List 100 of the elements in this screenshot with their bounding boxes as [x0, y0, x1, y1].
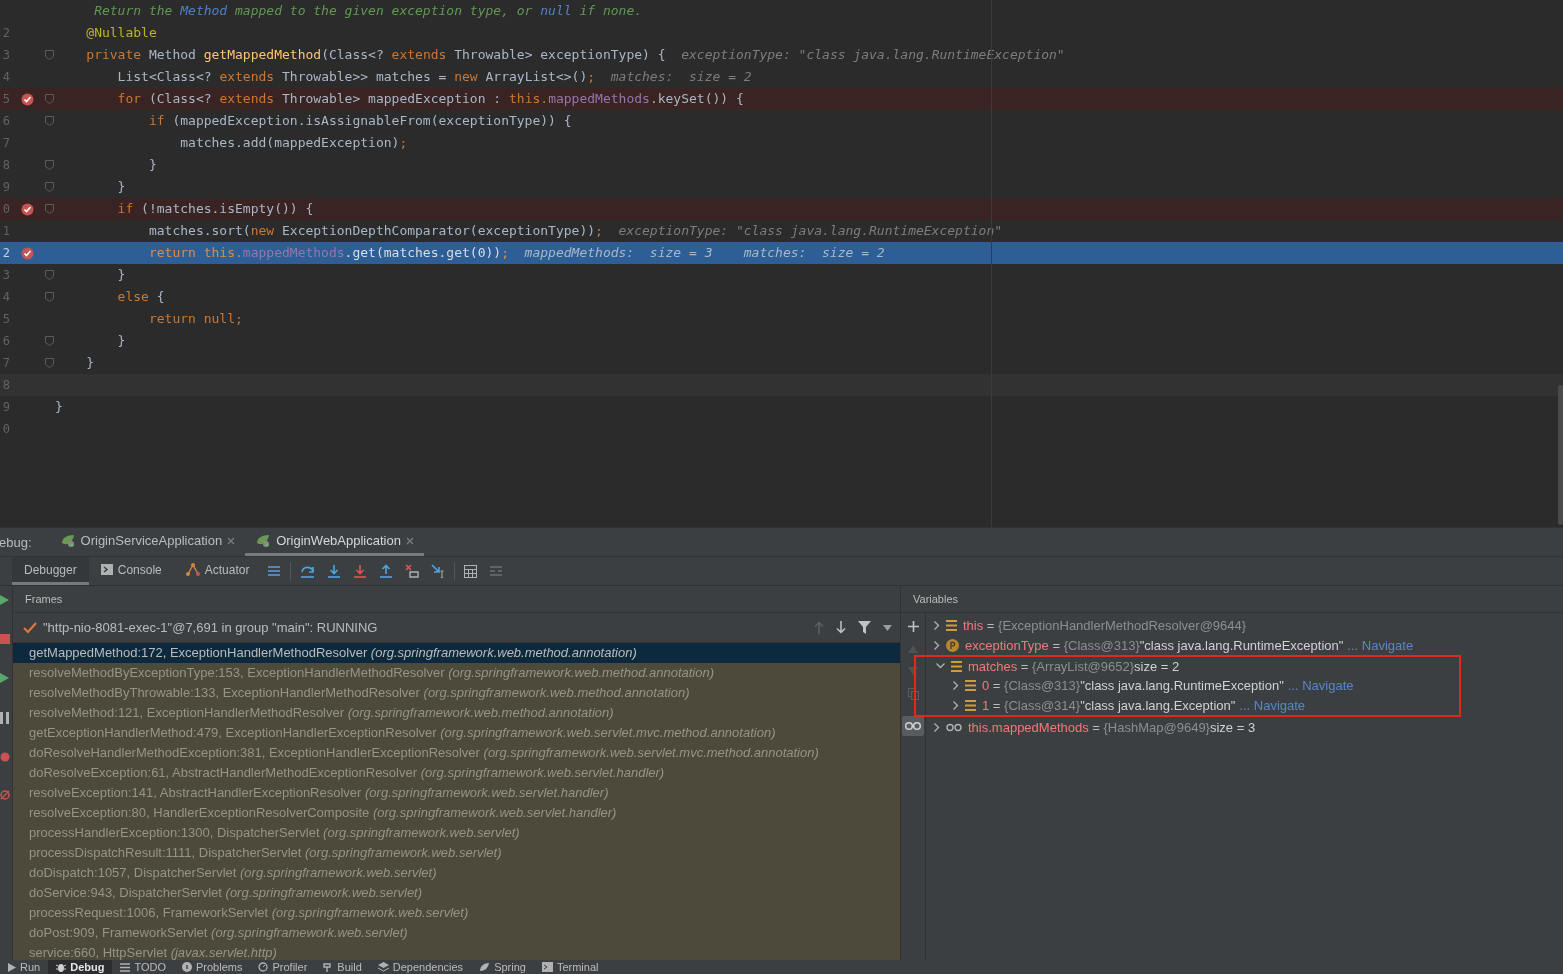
tool-window-button[interactable]: Dependencies: [369, 960, 472, 974]
filter-icon[interactable]: [858, 621, 871, 634]
code-line: }: [116, 178, 126, 196]
drop-frame-icon[interactable]: [405, 564, 420, 578]
tool-window-button[interactable]: Problems: [174, 960, 251, 974]
breakpoints-icon[interactable]: [0, 752, 10, 762]
tool-window-button[interactable]: TODO: [112, 960, 174, 974]
stack-frame[interactable]: processHandlerException:1300, DispatcherServlet (org.springframework.web.servlet): [13, 823, 900, 843]
menu-icon[interactable]: [267, 565, 282, 577]
debugger-tab[interactable]: Console: [88, 557, 174, 585]
line-number: 2: [1, 26, 10, 40]
field-icon: [965, 699, 976, 711]
step-over-icon[interactable]: [300, 564, 316, 578]
code-line: }: [116, 266, 126, 284]
tool-window-button[interactable]: Build: [315, 960, 370, 974]
force-step-into-icon[interactable]: [353, 564, 368, 578]
variable-value: exceptionType = {Class@313}"class java.lang.RuntimeException": [965, 637, 1344, 653]
down-arrow-icon[interactable]: [836, 621, 846, 634]
line-number: 0: [1, 202, 10, 216]
breakpoint-icon[interactable]: [21, 202, 34, 216]
fold-icon[interactable]: [45, 116, 54, 126]
line-number: 6: [1, 114, 10, 128]
up-arrow-icon[interactable]: [814, 621, 824, 634]
field-icon: [951, 660, 962, 672]
code-line: return this.mappedMethods.get(matches.get(0)); mappedMethods: size = 3 matches: size = 2: [147, 244, 885, 262]
stack-frame[interactable]: doResolveException:61, AbstractHandlerMethodExceptionResolver (org.springframework.web.servlet.handler): [13, 763, 900, 783]
navigate-link[interactable]: ... Navigate: [1287, 677, 1354, 693]
variable-value: matches = {ArrayList@9652}size = 2: [968, 658, 1180, 674]
code-line: for (Class<? extends Throwable> mappedException : this.mappedMethods.keySet()) {: [116, 90, 744, 108]
session-tab[interactable]: OriginServiceApplication: [49, 528, 246, 556]
fold-icon[interactable]: [45, 336, 54, 346]
stack-frame[interactable]: resolveMethodByExceptionType:153, ExceptionHandlerMethodResolver (org.springframework.web.method.annotation): [13, 663, 900, 683]
debug-label: ebug:: [0, 533, 32, 552]
line-number: 9: [1, 180, 10, 194]
scrollbar-thumb[interactable]: [1558, 385, 1563, 525]
frames-title: Frames: [25, 593, 63, 605]
run-to-cursor-icon[interactable]: [431, 564, 446, 578]
stack-frame[interactable]: getMappedMethod:172, ExceptionHandlerMethodResolver (org.springframework.web.method.annotation): [13, 643, 900, 663]
mute-icon[interactable]: [0, 790, 10, 800]
stack-frame[interactable]: processRequest:1006, FrameworkServlet (org.springframework.web.servlet): [13, 903, 900, 923]
dropdown-icon[interactable]: [883, 624, 892, 631]
close-icon[interactable]: [227, 536, 236, 545]
step-into-icon[interactable]: [327, 564, 342, 578]
tool-window-button[interactable]: Debug: [48, 960, 113, 974]
stack-frame[interactable]: doResolveHandlerMethodException:381, ExceptionHandlerExceptionResolver (org.springframework.web.servlet.mvc.method.annotation): [13, 743, 900, 763]
tool-window-button[interactable]: Profiler: [250, 960, 316, 974]
spring-app-icon: [59, 533, 76, 548]
trace-icon[interactable]: [489, 565, 504, 577]
stack-frame[interactable]: doPost:909, FrameworkServlet (org.springframework.web.servlet): [13, 923, 900, 943]
fold-icon[interactable]: [45, 270, 54, 280]
tool-window-button[interactable]: Spring: [471, 960, 534, 974]
stack-frame[interactable]: getExceptionHandlerMethod:479, ExceptionHandlerExceptionResolver (org.springframework.web.servlet.mvc.method.annotation): [13, 723, 900, 743]
fold-icon[interactable]: [45, 50, 54, 60]
breakpoint-icon[interactable]: [21, 92, 34, 106]
hammer-icon: [323, 962, 334, 972]
add-icon[interactable]: [907, 621, 919, 632]
navigate-link[interactable]: ... Navigate: [1347, 637, 1414, 653]
tool-window-button[interactable]: Terminal: [533, 960, 607, 974]
stack-frame[interactable]: processDispatchResult:1111, DispatcherServlet (org.springframework.web.servlet): [13, 843, 900, 863]
code-line: private Method getMappedMethod(Class<? extends Throwable> exceptionType) { exceptionType: "class java.lang.RuntimeException": [85, 46, 1065, 64]
tool-window-button[interactable]: Run: [0, 960, 49, 974]
fold-icon[interactable]: [45, 292, 54, 302]
glasses-icon[interactable]: [902, 716, 924, 736]
stack-frame[interactable]: resolveMethodByThrowable:133, ExceptionHandlerMethodResolver (org.springframework.web.method.annotation): [13, 683, 900, 703]
parameter-icon: [946, 638, 959, 652]
code-line: }: [147, 156, 157, 174]
code-line: }: [116, 332, 126, 350]
down-arrow-icon[interactable]: [908, 666, 918, 676]
navigate-link[interactable]: ... Navigate: [1239, 697, 1306, 713]
field-icon: [946, 619, 957, 631]
resume-icon[interactable]: [0, 672, 10, 684]
check-icon: [23, 621, 37, 634]
stack-frame[interactable]: service:660, HttpServlet (javax.servlet.http): [13, 943, 900, 960]
watch-glasses-icon: [946, 722, 962, 732]
variable-value: this.mappedMethods = {HashMap@9649}size = 3: [968, 719, 1256, 735]
code-line: matches.add(mappedException);: [179, 134, 408, 152]
step-out-icon[interactable]: [379, 564, 394, 578]
fold-icon[interactable]: [45, 94, 54, 104]
copy-icon[interactable]: [907, 688, 919, 700]
fold-icon[interactable]: [45, 204, 54, 214]
pause-icon[interactable]: [0, 712, 10, 724]
debugger-tab[interactable]: Actuator: [173, 557, 262, 585]
code-line: else {: [116, 288, 165, 306]
stack-frame[interactable]: resolveException:141, AbstractHandlerExceptionResolver (org.springframework.web.servlet.handler): [13, 783, 900, 803]
calculator-icon[interactable]: [464, 564, 478, 578]
line-number: 3: [1, 48, 10, 62]
breakpoint-icon[interactable]: [21, 246, 34, 260]
stack-frame[interactable]: doDispatch:1057, DispatcherServlet (org.springframework.web.servlet): [13, 863, 900, 883]
stack-frame[interactable]: resolveException:80, HandlerExceptionResolverComposite (org.springframework.web.servlet.handler): [13, 803, 900, 823]
rerun-icon[interactable]: [0, 594, 10, 606]
session-tab[interactable]: OriginWebApplication: [245, 528, 424, 556]
spring-app-icon: [255, 533, 272, 548]
stack-frame[interactable]: resolveMethod:121, ExceptionHandlerMethodResolver (org.springframework.web.method.annotation): [13, 703, 900, 723]
code-line: if (!matches.isEmpty()) {: [116, 200, 314, 218]
fold-icon[interactable]: [45, 182, 54, 192]
fold-icon[interactable]: [45, 358, 54, 368]
debugger-tab[interactable]: Debugger: [12, 557, 89, 585]
fold-icon[interactable]: [45, 160, 54, 170]
close-icon[interactable]: [405, 536, 414, 545]
stack-frame[interactable]: doService:943, DispatcherServlet (org.springframework.web.servlet): [13, 883, 900, 903]
